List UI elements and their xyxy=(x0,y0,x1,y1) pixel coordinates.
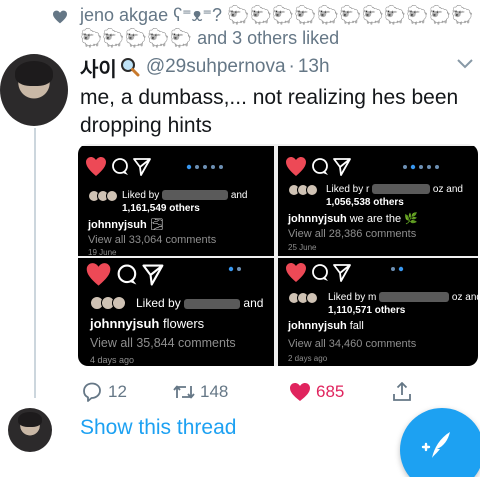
caption-username: johnnyjsuh xyxy=(88,219,147,231)
post-caption: johnnyjsuh flowers xyxy=(90,316,204,331)
liked-by-line: Liked by and xyxy=(122,190,272,202)
comment-icon xyxy=(117,264,137,285)
author-handle[interactable]: @29suhpernova xyxy=(146,56,286,78)
liked-by-text: jeno akgae ʕ⁼ᴥ⁼? 🐑🐑🐑🐑🐑🐑🐑🐑🐑🐑🐑🐑🐑🐑🐑🐑 and 3 … xyxy=(80,4,476,50)
like-count: 685 xyxy=(316,382,345,401)
screenshot-panel-4[interactable]: Liked by m oz and 1,110,571 others johnn… xyxy=(278,258,478,366)
liked-by-line: Liked by and xyxy=(136,296,274,310)
caption-text: flowers xyxy=(162,316,205,331)
liker-avatars xyxy=(288,184,318,196)
liked-by-tail: oz and xyxy=(451,292,478,303)
caption-text: fall xyxy=(349,320,364,332)
liked-by-tail: oz and xyxy=(432,184,463,195)
chevron-down-icon[interactable] xyxy=(456,58,474,70)
likes-count: 1,056,538 others xyxy=(326,197,404,208)
retweet-count: 148 xyxy=(200,382,229,401)
liked-by-label: Liked by xyxy=(136,296,181,310)
heart-icon xyxy=(286,263,306,282)
screenshot-panel-1[interactable]: Liked by and 1,161,549 others johnnyjsuh… xyxy=(78,146,274,256)
social-context-row[interactable]: jeno akgae ʕ⁼ᴥ⁼? 🐑🐑🐑🐑🐑🐑🐑🐑🐑🐑🐑🐑🐑🐑🐑🐑 and 3 … xyxy=(0,0,480,52)
caption-username: johnnyjsuh xyxy=(90,316,160,331)
screenshot-panel-3[interactable]: Liked by and johnnyjsuh flowers View all… xyxy=(78,258,274,366)
heart-icon xyxy=(86,157,106,176)
heart-icon xyxy=(86,263,111,286)
author-avatar[interactable] xyxy=(0,54,68,126)
view-all-comments: View all 35,844 comments xyxy=(90,336,236,350)
caption-text: 🌫 xyxy=(149,219,164,231)
comment-icon xyxy=(312,158,328,175)
liked-by-label: Liked by r xyxy=(326,184,370,195)
liker-avatars xyxy=(88,190,118,202)
retweet-icon xyxy=(173,385,195,399)
instagram-action-icons xyxy=(86,263,164,286)
reply-button[interactable]: 12 xyxy=(80,378,127,406)
post-caption: johnnyjsuh we are the 🌿 xyxy=(288,212,418,225)
redacted-name xyxy=(184,298,241,309)
author-name[interactable]: 사이 xyxy=(80,53,117,82)
comment-icon xyxy=(312,264,328,281)
likes-count: 1,161,549 others xyxy=(122,203,200,214)
share-icon xyxy=(333,264,351,282)
reply-count: 12 xyxy=(108,382,127,401)
post-date: 2 days ago xyxy=(288,354,328,363)
thread-connector xyxy=(34,128,36,398)
liker-avatars xyxy=(288,292,318,304)
header-separator: · xyxy=(288,56,295,77)
compose-feather-icon xyxy=(421,432,450,458)
liked-by-line: Liked by m oz and xyxy=(328,292,478,304)
magnifier-emoji-icon xyxy=(120,58,140,77)
caption-username: johnnyjsuh xyxy=(288,320,347,332)
show-thread-link[interactable]: Show this thread xyxy=(80,416,236,440)
share-icon xyxy=(333,158,351,176)
heart-filled-icon xyxy=(290,383,310,401)
comment-icon xyxy=(112,158,128,175)
post-date: 25 June xyxy=(288,243,317,252)
liked-by-label: Liked by xyxy=(122,190,160,201)
liked-by-label: Liked by m xyxy=(328,292,377,303)
liked-by-tail: and xyxy=(230,190,248,201)
tweet-text: me, a dumbass,... not realizing hes been… xyxy=(80,86,459,137)
instagram-action-icons xyxy=(86,157,151,176)
caption-text: we are the 🌿 xyxy=(349,213,418,225)
share-button[interactable] xyxy=(390,378,418,406)
post-caption: johnnyjsuh fall xyxy=(288,320,364,332)
redacted-name xyxy=(162,190,229,201)
liked-names: jeno akgae ʕ⁼ᴥ⁼? xyxy=(80,5,223,25)
post-date: 19 June xyxy=(88,248,117,256)
retweet-button[interactable]: 148 xyxy=(172,378,228,406)
share-icon xyxy=(133,158,151,176)
redacted-name xyxy=(372,184,431,195)
view-all-comments: View all 34,460 comments xyxy=(288,338,417,350)
liked-by-tail: and xyxy=(243,296,264,310)
thread-avatar[interactable] xyxy=(8,408,52,452)
tweet-image-collage[interactable]: Liked by and 1,161,549 others johnnyjsuh… xyxy=(78,144,478,366)
heart-icon xyxy=(286,157,306,176)
instagram-action-icons xyxy=(286,157,351,176)
carousel-dots xyxy=(228,266,241,272)
screenshot-panel-2[interactable]: Liked by r oz and 1,056,538 others johnn… xyxy=(278,146,478,256)
heart-icon xyxy=(53,10,67,24)
view-all-comments: View all 33,064 comments xyxy=(88,234,217,246)
share-icon xyxy=(393,382,411,401)
carousel-dots xyxy=(391,266,404,272)
tweet-time[interactable]: 13h xyxy=(298,56,330,78)
reply-icon xyxy=(83,382,101,402)
carousel-dots xyxy=(186,164,223,170)
redacted-name xyxy=(379,292,450,303)
liked-by-line: Liked by r oz and xyxy=(326,184,476,196)
compose-tweet-button[interactable] xyxy=(400,408,480,477)
caption-username: johnnyjsuh xyxy=(288,213,347,225)
like-button[interactable]: 685 xyxy=(288,378,344,406)
tweet-action-bar: 12 148 685 xyxy=(80,378,420,406)
view-all-comments: View all 28,386 comments xyxy=(288,228,417,240)
post-date: 4 days ago xyxy=(90,355,135,365)
post-caption: johnnyjsuh 🌫 xyxy=(88,218,164,231)
tweet-header: 사이 @29suhpernova · 13h xyxy=(80,53,330,81)
liked-suffix: and 3 others liked xyxy=(197,28,340,48)
instagram-action-icons xyxy=(286,263,351,282)
carousel-dots xyxy=(403,164,439,170)
share-icon xyxy=(142,264,164,286)
likes-count: 1,110,571 others xyxy=(328,305,406,316)
liker-avatars xyxy=(90,296,126,310)
